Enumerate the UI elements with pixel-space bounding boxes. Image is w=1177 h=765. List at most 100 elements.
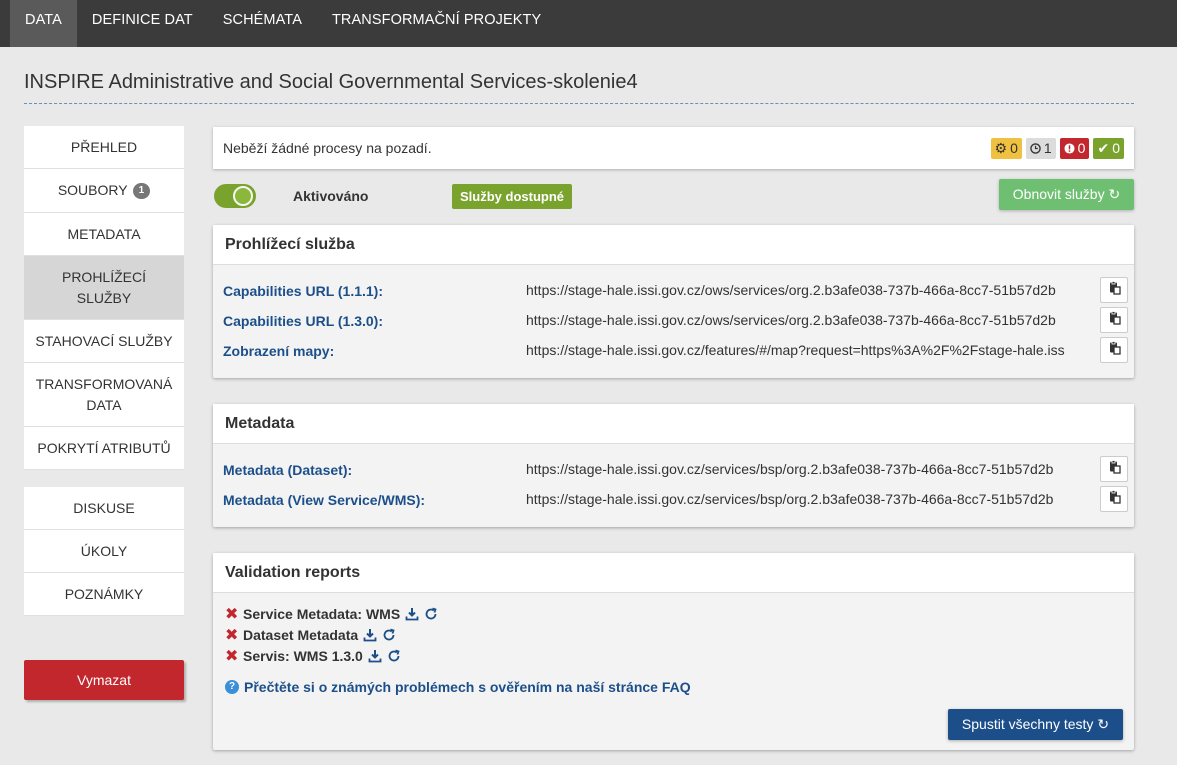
view-service-panel: Prohlížecí služba Capabilities URL (1.1.… bbox=[213, 225, 1134, 378]
copy-button[interactable] bbox=[1100, 337, 1128, 363]
faq-label: Přečtěte si o známých problémech s ověře… bbox=[244, 679, 691, 695]
metadata-panel: Metadata Metadata (Dataset): https://sta… bbox=[213, 404, 1134, 527]
metadata-dataset-url: https://stage-hale.issi.gov.cz/services/… bbox=[526, 461, 1054, 477]
sidebar-item-tasks[interactable]: ÚKOLY bbox=[24, 530, 184, 573]
sidebar-item-overview[interactable]: PŘEHLED bbox=[24, 126, 184, 169]
copy-button[interactable] bbox=[1100, 277, 1128, 303]
sidebar: PŘEHLED SOUBORY 1 METADATA PROHLÍŽECÍ SLU… bbox=[24, 126, 184, 470]
sidebar-secondary: DISKUSE ÚKOLY POZNÁMKY bbox=[24, 487, 184, 616]
validation-reports-title: Validation reports bbox=[213, 553, 1134, 593]
clipboard-icon bbox=[1107, 310, 1121, 330]
run-all-tests-label: Spustit všechny testy bbox=[961, 716, 1094, 732]
copy-button[interactable] bbox=[1100, 486, 1128, 512]
toggle-label: Aktivováno bbox=[293, 188, 369, 204]
refresh-icon[interactable] bbox=[382, 628, 396, 642]
processing-count: 0 bbox=[1010, 139, 1018, 156]
files-count-badge: 1 bbox=[132, 182, 151, 199]
service-activation-toggle[interactable] bbox=[214, 184, 256, 208]
url-row: Metadata (Dataset): https://stage-hale.i… bbox=[213, 456, 1134, 484]
done-count-badge: ✔ 0 bbox=[1093, 137, 1124, 159]
view-service-title: Prohlížecí služba bbox=[213, 225, 1134, 265]
check-icon: ✔ bbox=[1097, 139, 1110, 156]
sidebar-item-notes[interactable]: POZNÁMKY bbox=[24, 573, 184, 616]
exclamation-icon bbox=[1064, 142, 1075, 154]
download-icon[interactable] bbox=[405, 607, 419, 621]
delete-button[interactable]: Vymazat bbox=[24, 660, 184, 700]
done-count: 0 bbox=[1112, 139, 1120, 156]
clock-icon bbox=[1030, 142, 1041, 154]
refresh-icon[interactable] bbox=[424, 607, 438, 621]
services-available-badge: Služby dostupné bbox=[452, 184, 572, 209]
refresh-icon: ↻ bbox=[1097, 716, 1110, 732]
sidebar-item-label: POZNÁMKY bbox=[64, 585, 144, 602]
run-all-tests-button[interactable]: Spustit všechny testy ↻ bbox=[948, 709, 1123, 740]
background-process-status: Neběží žádné procesy na pozadí. ⚙ 0 1 0 ✔… bbox=[213, 127, 1134, 169]
process-counters: ⚙ 0 1 0 ✔ 0 bbox=[990, 137, 1124, 159]
failed-x-icon: ✖ bbox=[225, 648, 239, 665]
validation-report-item: ✖ Dataset Metadata bbox=[225, 625, 396, 645]
report-label: Service Metadata: WMS bbox=[243, 606, 401, 622]
metadata-dataset-label: Metadata (Dataset): bbox=[223, 462, 353, 478]
url-row: Capabilities URL (1.1.1): https://stage-… bbox=[213, 277, 1134, 305]
sidebar-item-metadata[interactable]: METADATA bbox=[24, 213, 184, 256]
clipboard-icon bbox=[1107, 340, 1121, 360]
sidebar-item-label: DISKUSE bbox=[73, 499, 135, 516]
clipboard-icon bbox=[1107, 489, 1121, 509]
sidebar-item-attribute-coverage[interactable]: POKRYTÍ ATRIBUTŮ bbox=[24, 427, 184, 470]
refresh-services-button[interactable]: Obnovit služby ↻ bbox=[999, 179, 1134, 210]
map-view-label: Zobrazení mapy: bbox=[223, 343, 335, 359]
sidebar-item-download-services[interactable]: STAHOVACÍ SLUŽBY bbox=[24, 320, 184, 363]
error-count-badge: 0 bbox=[1059, 137, 1090, 159]
sidebar-item-label: POKRYTÍ ATRIBUTŮ bbox=[37, 439, 171, 456]
metadata-view-service-label: Metadata (View Service/WMS): bbox=[223, 492, 426, 508]
url-row: Capabilities URL (1.3.0): https://stage-… bbox=[213, 307, 1134, 335]
copy-button[interactable] bbox=[1100, 456, 1128, 482]
error-count: 0 bbox=[1077, 139, 1086, 156]
metadata-title: Metadata bbox=[213, 404, 1134, 444]
sidebar-item-discussion[interactable]: DISKUSE bbox=[24, 487, 184, 530]
failed-x-icon: ✖ bbox=[225, 606, 239, 623]
capabilities-111-url: https://stage-hale.issi.gov.cz/ows/servi… bbox=[526, 282, 1056, 298]
sidebar-item-label: METADATA bbox=[67, 225, 141, 242]
nav-data-definitions[interactable]: DEFINICE DAT bbox=[77, 0, 208, 47]
nav-data[interactable]: DATA bbox=[10, 0, 77, 47]
refresh-icon[interactable] bbox=[387, 649, 401, 663]
faq-link[interactable]: ? Přečtěte si o známých problémech s ově… bbox=[225, 679, 691, 695]
nav-transformation-projects[interactable]: TRANSFORMAČNÍ PROJEKTY bbox=[317, 0, 556, 47]
sidebar-item-label: PŘEHLED bbox=[70, 138, 138, 155]
capabilities-130-url: https://stage-hale.issi.gov.cz/ows/servi… bbox=[526, 312, 1056, 328]
download-icon[interactable] bbox=[368, 649, 382, 663]
sidebar-item-transformed-data[interactable]: TRANSFORMOVANÁ DATA bbox=[24, 363, 184, 427]
refresh-icon: ↻ bbox=[1108, 186, 1121, 202]
sidebar-item-files[interactable]: SOUBORY 1 bbox=[24, 169, 184, 213]
clipboard-icon bbox=[1107, 459, 1121, 479]
sidebar-item-label: TRANSFORMOVANÁ DATA bbox=[35, 375, 173, 413]
sidebar-item-label: PROHLÍŽECÍ SLUŽBY bbox=[61, 268, 146, 306]
map-view-url: https://stage-hale.issi.gov.cz/features/… bbox=[526, 342, 1065, 358]
sidebar-item-view-services[interactable]: PROHLÍŽECÍ SLUŽBY bbox=[24, 256, 184, 320]
url-row: Metadata (View Service/WMS): https://sta… bbox=[213, 486, 1134, 514]
sidebar-item-label: ÚKOLY bbox=[80, 542, 128, 559]
gear-icon: ⚙ bbox=[994, 139, 1008, 156]
clipboard-icon bbox=[1107, 280, 1121, 300]
nav-schemas[interactable]: SCHÉMATA bbox=[208, 0, 317, 47]
sidebar-item-label: STAHOVACÍ SLUŽBY bbox=[35, 332, 173, 349]
refresh-services-label: Obnovit služby bbox=[1012, 186, 1105, 202]
validation-report-item: ✖ Service Metadata: WMS bbox=[225, 604, 438, 624]
question-circle-icon: ? bbox=[225, 680, 239, 694]
copy-button[interactable] bbox=[1100, 307, 1128, 333]
waiting-count-badge: 1 bbox=[1025, 137, 1056, 159]
validation-reports-panel: Validation reports ✖ Service Metadata: W… bbox=[213, 553, 1134, 750]
toggle-knob bbox=[233, 186, 253, 206]
metadata-view-service-url: https://stage-hale.issi.gov.cz/services/… bbox=[526, 491, 1054, 507]
validation-report-item: ✖ Servis: WMS 1.3.0 bbox=[225, 646, 401, 666]
processing-count-badge: ⚙ 0 bbox=[990, 137, 1022, 159]
download-icon[interactable] bbox=[363, 628, 377, 642]
top-navigation: DATA DEFINICE DAT SCHÉMATA TRANSFORMAČNÍ… bbox=[0, 0, 1177, 47]
waiting-count: 1 bbox=[1043, 139, 1052, 156]
capabilities-111-label: Capabilities URL (1.1.1): bbox=[223, 283, 384, 299]
report-label: Servis: WMS 1.3.0 bbox=[243, 648, 363, 664]
failed-x-icon: ✖ bbox=[225, 627, 239, 644]
page-title: INSPIRE Administrative and Social Govern… bbox=[24, 71, 1134, 104]
capabilities-130-label: Capabilities URL (1.3.0): bbox=[223, 313, 384, 329]
